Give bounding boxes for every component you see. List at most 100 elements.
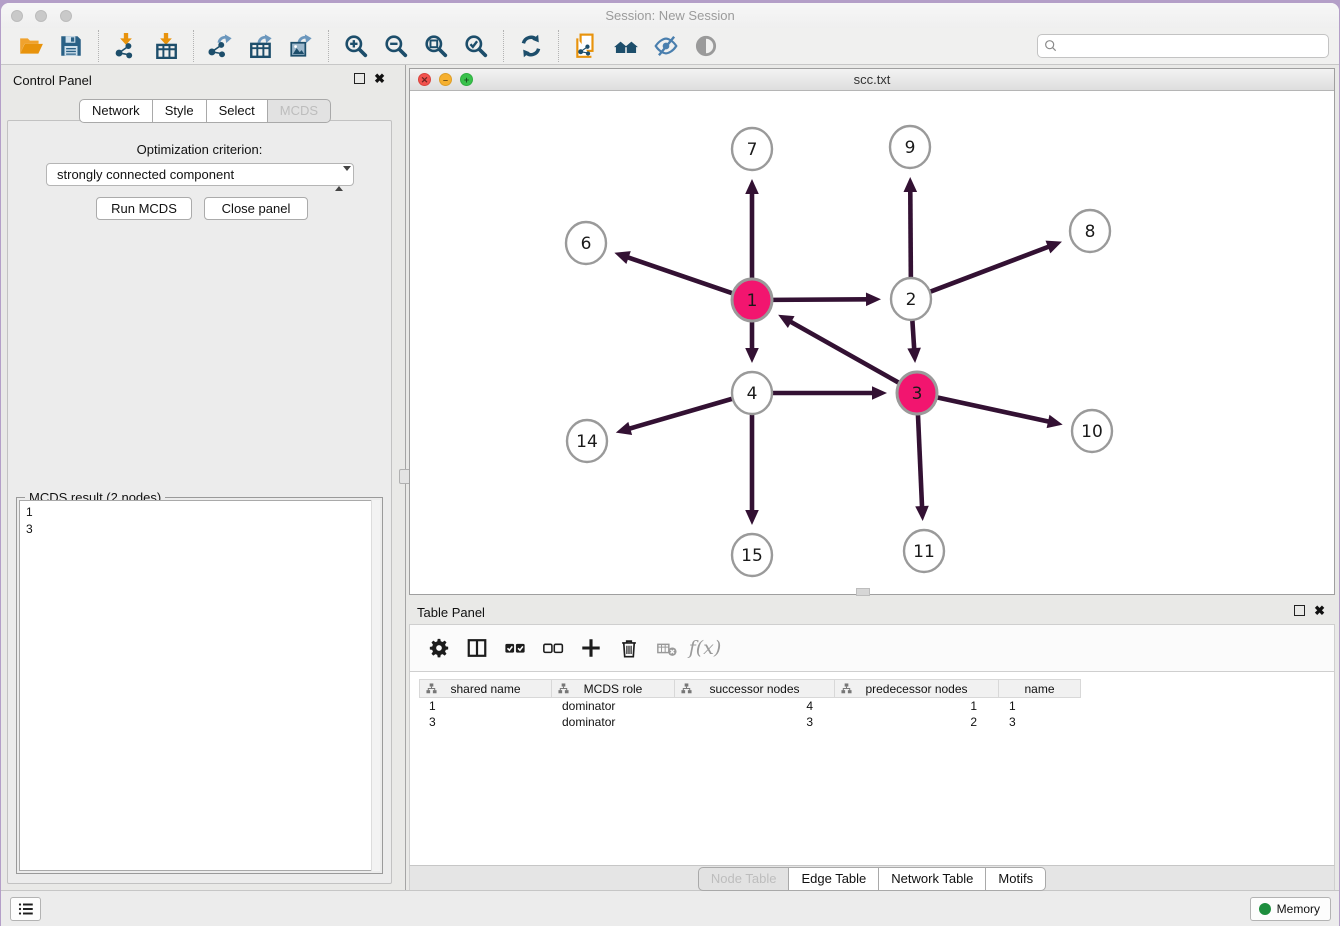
show-all-button [691,31,721,61]
edge-2-3[interactable] [912,320,914,350]
horizontal-split-handle[interactable] [856,588,870,596]
result-scrollbar[interactable] [371,500,380,871]
tab-network[interactable]: Network [79,99,153,123]
delete-column-button[interactable] [616,635,642,661]
edge-3-10[interactable] [938,397,1050,421]
edge-2-8[interactable] [931,246,1050,291]
edge-4-14[interactable] [628,399,732,429]
column-header-predecessor-nodes[interactable]: predecessor nodes [835,679,999,698]
table-toolbar: f(x) [409,624,1335,672]
search-field [1037,34,1329,58]
arrowhead-2-8 [1046,241,1062,254]
control-panel-tabs: NetworkStyleSelectMCDS [79,99,331,123]
network-close-button[interactable]: ✕ [418,73,431,86]
deselect-all-columns-button[interactable] [540,635,566,661]
edge-3-11[interactable] [918,414,922,508]
network-window: ✕ – + scc.txt 7968124314101511 [409,68,1335,595]
toolbar-separator [503,30,504,62]
network-maximize-button[interactable]: + [460,73,473,86]
refresh-view-button[interactable] [516,31,546,61]
cell-predecessor-nodes[interactable]: 1 [835,698,999,714]
export-table-button[interactable] [246,31,276,61]
export-network-button[interactable] [206,31,236,61]
mcds-result-text[interactable]: 1 3 [19,500,380,871]
task-history-button[interactable] [10,897,41,921]
search-input[interactable] [1037,34,1329,58]
clone-network-button[interactable] [571,31,601,61]
import-network-button[interactable] [111,31,141,61]
close-panel-icon[interactable]: ✖ [374,73,385,84]
open-session-button[interactable] [16,31,46,61]
node-label-2: 2 [906,290,917,310]
cell-name[interactable]: 3 [999,714,1081,730]
cell-shared-name[interactable]: 1 [419,698,552,714]
tab-select[interactable]: Select [207,99,268,123]
zoom-fit-button[interactable] [421,31,451,61]
float-panel-icon[interactable] [354,73,365,84]
cell-successor-nodes[interactable]: 4 [675,698,835,714]
mcds-result-box: MCDS result (2 nodes) 1 3 [16,497,383,874]
edge-1-2[interactable] [773,299,868,300]
toolbar-separator [558,30,559,62]
zoom-out-button[interactable] [381,31,411,61]
tab-style[interactable]: Style [153,99,207,123]
tab-node-table[interactable]: Node Table [698,867,790,891]
status-bar: Memory [1,890,1339,926]
memory-status-dot [1259,903,1271,915]
float-table-panel-icon[interactable] [1294,605,1305,616]
tab-network-table[interactable]: Network Table [879,867,986,891]
close-table-panel-icon[interactable]: ✖ [1314,605,1325,616]
hide-selected-button[interactable] [651,31,681,61]
network-canvas-svg[interactable]: 7968124314101511 [410,91,1334,594]
edge-2-9[interactable] [910,190,911,278]
zoom-window-button[interactable] [60,10,72,22]
edge-3-1[interactable] [789,321,898,383]
tab-motifs[interactable]: Motifs [986,867,1046,891]
zoom-selected-button[interactable] [461,31,491,61]
first-neighbors-button[interactable] [611,31,641,61]
zoom-in-button[interactable] [341,31,371,61]
table-panel-title: Table Panel [417,605,485,620]
column-header-shared-name[interactable]: shared name [419,679,552,698]
save-session-button[interactable] [56,31,86,61]
node-label-11: 11 [913,542,935,562]
network-minimize-button[interactable]: – [439,73,452,86]
cell-MCDS-role[interactable]: dominator [552,698,675,714]
table-header-row: shared nameMCDS rolesuccessor nodesprede… [419,679,1081,698]
create-column-button[interactable] [578,635,604,661]
control-panel: Control Panel ✖ NetworkStyleSelectMCDS O… [1,65,397,890]
optimization-criterion-select[interactable]: strongly connected component [46,163,354,186]
table-settings-button[interactable] [426,635,452,661]
export-image-button[interactable] [286,31,316,61]
column-header-name[interactable]: name [999,679,1081,698]
arrowhead-1-4 [745,348,759,363]
close-window-button[interactable] [11,10,23,22]
import-table-button[interactable] [151,31,181,61]
toggle-panel-split-button[interactable] [464,635,490,661]
close-panel-button[interactable]: Close panel [204,197,308,220]
run-mcds-button[interactable]: Run MCDS [96,197,192,220]
mcds-panel: Optimization criterion: strongly connect… [7,120,392,884]
table-panel: Table Panel ✖ f(x) shared nameMCDS roles… [409,600,1335,891]
cell-shared-name[interactable]: 3 [419,714,552,730]
select-all-columns-button[interactable] [502,635,528,661]
column-header-successor-nodes[interactable]: successor nodes [675,679,835,698]
column-header-MCDS-role[interactable]: MCDS role [552,679,675,698]
cell-successor-nodes[interactable]: 3 [675,714,835,730]
table-row[interactable]: 3dominator323 [419,714,1081,730]
node-table-body: shared nameMCDS rolesuccessor nodesprede… [409,672,1335,865]
tab-edge-table[interactable]: Edge Table [789,867,879,891]
table-row[interactable]: 1dominator411 [419,698,1081,714]
memory-button[interactable]: Memory [1250,897,1331,921]
arrowhead-4-15 [745,510,759,525]
minimize-window-button[interactable] [35,10,47,22]
edge-1-6[interactable] [627,257,732,293]
cell-predecessor-nodes[interactable]: 2 [835,714,999,730]
cell-MCDS-role[interactable]: dominator [552,714,675,730]
cell-name[interactable]: 1 [999,698,1081,714]
function-builder-button: f(x) [692,635,718,661]
chevron-updown-icon [335,168,345,189]
tab-mcds[interactable]: MCDS [268,99,331,123]
node-label-6: 6 [581,234,592,254]
network-window-titlebar[interactable]: ✕ – + scc.txt [410,69,1334,91]
